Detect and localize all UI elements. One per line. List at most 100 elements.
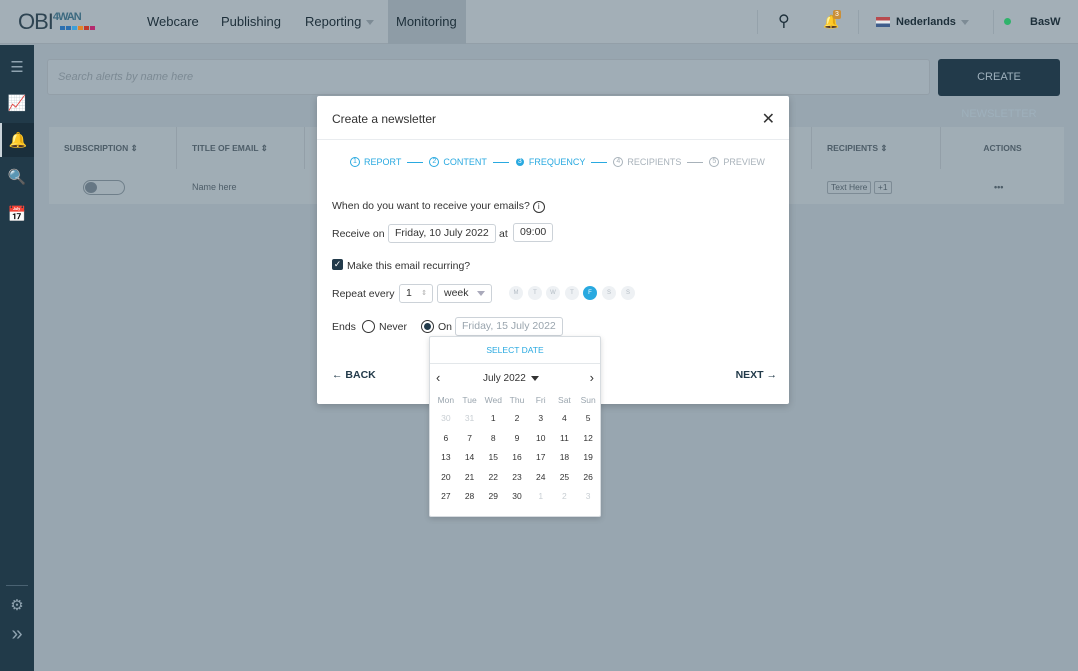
create-newsletter-button[interactable]: CREATE NEWSLETTER [938, 59, 1060, 120]
recurring-checkbox[interactable]: ✓ [332, 259, 343, 270]
language-select[interactable]: Nederlands [868, 0, 977, 44]
calendar-day[interactable]: 3 [529, 409, 553, 429]
never-radio[interactable] [362, 320, 375, 333]
nav-reporting[interactable]: Reporting [297, 0, 382, 44]
back-button[interactable]: ← BACK [332, 369, 376, 381]
calendar-day[interactable]: 30 [434, 409, 458, 429]
alert-bell-icon[interactable]: 🔔 [0, 123, 34, 157]
next-month-icon[interactable]: › [590, 370, 594, 385]
search-icon[interactable]: ⚲ [770, 0, 798, 44]
sidebar: ☰ 📈 🔔 🔍 📅 ⚙ » [0, 45, 34, 671]
calendar-day[interactable]: 31 [458, 409, 482, 429]
date-picker: SELECT DATE ‹ July 2022 › Mon Tue Wed Thu Fr… [429, 336, 601, 517]
bell-icon[interactable]: 🔔 3 [815, 0, 847, 44]
calendar-day[interactable]: 10 [529, 429, 553, 449]
weekday-thu[interactable]: T [565, 286, 579, 300]
logo[interactable]: OBI4WAN [18, 9, 95, 35]
nav-webcare[interactable]: Webcare [139, 0, 207, 44]
question-label: When do you want to receive your emails?… [332, 200, 545, 213]
calendar-day[interactable]: 27 [434, 487, 458, 507]
calendar-day[interactable]: 21 [458, 468, 482, 488]
weekday-header: Thu [509, 395, 525, 405]
calendar-day[interactable]: 25 [553, 468, 577, 488]
chevron-down-icon [366, 20, 375, 26]
close-icon[interactable]: ✕ [762, 109, 775, 129]
calendar-day[interactable]: 16 [505, 448, 529, 468]
weekday-wed[interactable]: W [546, 286, 560, 300]
calendar-day[interactable]: 2 [505, 409, 529, 429]
header-title[interactable]: TITLE OF EMAIL ⇕ [177, 127, 305, 169]
select-date-header: SELECT DATE [430, 337, 600, 364]
calendar-day[interactable]: 6 [434, 429, 458, 449]
flag-nl-icon [876, 17, 890, 28]
prev-month-icon[interactable]: ‹ [436, 370, 440, 385]
modal-title: Create a newsletter [317, 96, 789, 140]
calendar-day[interactable]: 1 [481, 409, 505, 429]
weekday-sat[interactable]: S [602, 286, 616, 300]
notification-badge: 3 [833, 10, 841, 19]
time-input[interactable]: 09:00 [513, 223, 554, 242]
ends-label: Ends [332, 321, 356, 333]
header-recipients[interactable]: RECIPIENTS ⇕ [811, 127, 941, 169]
weekday-tue[interactable]: T [528, 286, 542, 300]
expand-icon[interactable]: » [0, 617, 34, 651]
subscription-toggle[interactable] [83, 180, 125, 195]
calendar-day[interactable]: 1 [529, 487, 553, 507]
calendar-day[interactable]: 14 [458, 448, 482, 468]
on-radio[interactable] [421, 320, 434, 333]
user-menu[interactable]: BasW [1022, 0, 1078, 69]
calendar-day[interactable]: 30 [505, 487, 529, 507]
next-button[interactable]: NEXT → [736, 369, 777, 381]
calendar-day[interactable]: 20 [434, 468, 458, 488]
step-preview[interactable]: 5 PREVIEW [709, 157, 765, 167]
calendar-day[interactable]: 22 [481, 468, 505, 488]
step-content[interactable]: 2 CONTENT [429, 157, 487, 167]
calendar-day[interactable]: 18 [553, 448, 577, 468]
weekday-sun[interactable]: S [621, 286, 635, 300]
calendar-day[interactable]: 26 [576, 468, 600, 488]
calendar-day[interactable]: 15 [481, 448, 505, 468]
calendar-day[interactable]: 12 [576, 429, 600, 449]
calendar-day[interactable]: 9 [505, 429, 529, 449]
email-title: Name here [192, 182, 237, 192]
calendar-day[interactable]: 11 [553, 429, 577, 449]
weekday-header: Sun [580, 395, 596, 405]
header-subscription[interactable]: SUBSCRIPTION ⇕ [49, 127, 177, 169]
repeat-label: Repeat every [332, 288, 395, 300]
receive-date-input[interactable]: Friday, 10 July 2022 [388, 224, 496, 243]
arrow-right-icon: → [766, 369, 778, 381]
step-recipients[interactable]: 4 RECIPIENTS [613, 157, 681, 167]
calendar-day[interactable]: 13 [434, 448, 458, 468]
calendar-day[interactable]: 28 [458, 487, 482, 507]
calendar-day[interactable]: 4 [553, 409, 577, 429]
search-input[interactable]: Search alerts by name here [47, 59, 930, 95]
calendar-day[interactable]: 29 [481, 487, 505, 507]
calendar-day[interactable]: 2 [553, 487, 577, 507]
calendar-day[interactable]: 19 [576, 448, 600, 468]
actions-menu[interactable]: ••• [994, 170, 1003, 204]
calendar-day[interactable]: 17 [529, 448, 553, 468]
repeat-unit-select[interactable]: week [437, 284, 492, 303]
calendar-day[interactable]: 7 [458, 429, 482, 449]
calendar-day[interactable]: 8 [481, 429, 505, 449]
receive-label: Receive on [332, 228, 385, 240]
chart-icon[interactable]: 📈 [0, 86, 34, 120]
calendar-day[interactable]: 3 [576, 487, 600, 507]
nav-monitoring[interactable]: Monitoring [388, 0, 466, 44]
calendar-day[interactable]: 23 [505, 468, 529, 488]
calendar-day[interactable]: 24 [529, 468, 553, 488]
end-date-input[interactable]: Friday, 15 July 2022 [455, 317, 563, 336]
calendar-clock-icon[interactable]: 📅 [0, 197, 34, 231]
info-icon[interactable]: i [532, 201, 545, 213]
month-select[interactable]: July 2022 [483, 373, 539, 384]
document-search-icon[interactable]: 🔍 [0, 160, 34, 194]
weekday-mon[interactable]: M [509, 286, 523, 300]
step-frequency[interactable]: 3 FREQUENCY [514, 157, 585, 167]
weekday-header: Sat [558, 395, 571, 405]
calendar-day[interactable]: 5 [576, 409, 600, 429]
weekday-fri[interactable]: F [583, 286, 597, 300]
nav-publishing[interactable]: Publishing [213, 0, 289, 44]
repeat-number-stepper[interactable]: 1 ⇕ [399, 284, 433, 303]
step-report[interactable]: 1 REPORT [350, 157, 401, 167]
list-icon[interactable]: ☰ [0, 50, 34, 84]
